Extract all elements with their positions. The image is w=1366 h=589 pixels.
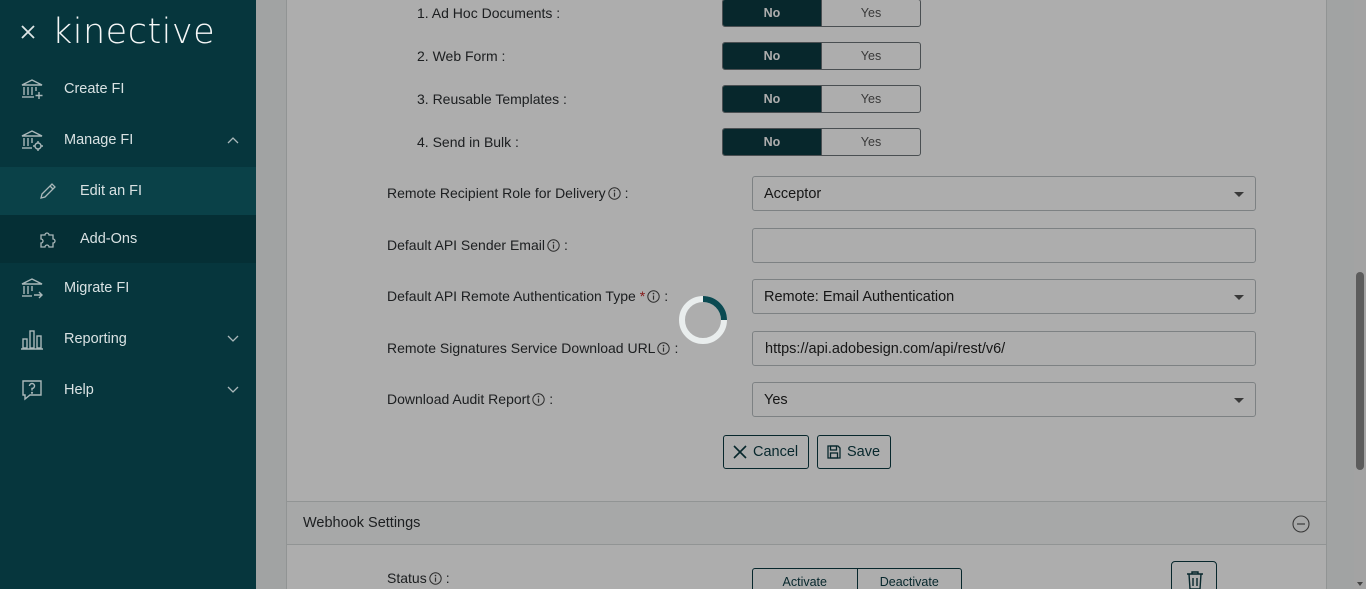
- bank-plus-icon: [21, 79, 43, 99]
- loading-overlay: [256, 0, 1366, 589]
- sidebar-item-label: Manage FI: [64, 132, 134, 148]
- sidebar-item-label: Help: [64, 382, 94, 398]
- sidebar-item-label: Create FI: [64, 81, 125, 97]
- sidebar-item-help[interactable]: Help: [0, 365, 256, 415]
- puzzle-icon: [40, 232, 56, 248]
- sidebar-header: kinective: [0, 0, 256, 64]
- sidebar-item-manage-fi[interactable]: Manage FI: [0, 115, 256, 165]
- chevron-down-icon[interactable]: [227, 335, 239, 343]
- sidebar-item-migrate-fi[interactable]: Migrate FI: [0, 263, 256, 313]
- sidebar-item-reporting[interactable]: Reporting: [0, 314, 256, 364]
- help-bubble-icon: [22, 380, 42, 401]
- sidebar-item-edit-an-fi[interactable]: Edit an FI: [0, 167, 256, 215]
- bar-chart-icon: [21, 330, 43, 350]
- pencil-icon: [40, 183, 56, 199]
- brand-logo: kinective: [52, 12, 216, 52]
- sidebar: kinective Create FI Manage FI Edit an FI…: [0, 0, 256, 589]
- sidebar-item-label: Edit an FI: [80, 183, 143, 199]
- sidebar-item-label: Add-Ons: [80, 231, 138, 247]
- chevron-up-icon[interactable]: [227, 136, 239, 144]
- bank-arrow-icon: [21, 278, 43, 299]
- sidebar-item-label: Reporting: [64, 331, 127, 347]
- sidebar-item-create-fi[interactable]: Create FI: [0, 64, 256, 114]
- sidebar-item-add-ons[interactable]: Add-Ons: [0, 215, 256, 263]
- sidebar-item-label: Migrate FI: [64, 280, 130, 296]
- chevron-down-icon[interactable]: [227, 386, 239, 394]
- bank-gear-icon: [21, 130, 43, 151]
- close-icon[interactable]: [19, 23, 37, 41]
- loading-spinner-icon: [679, 296, 727, 344]
